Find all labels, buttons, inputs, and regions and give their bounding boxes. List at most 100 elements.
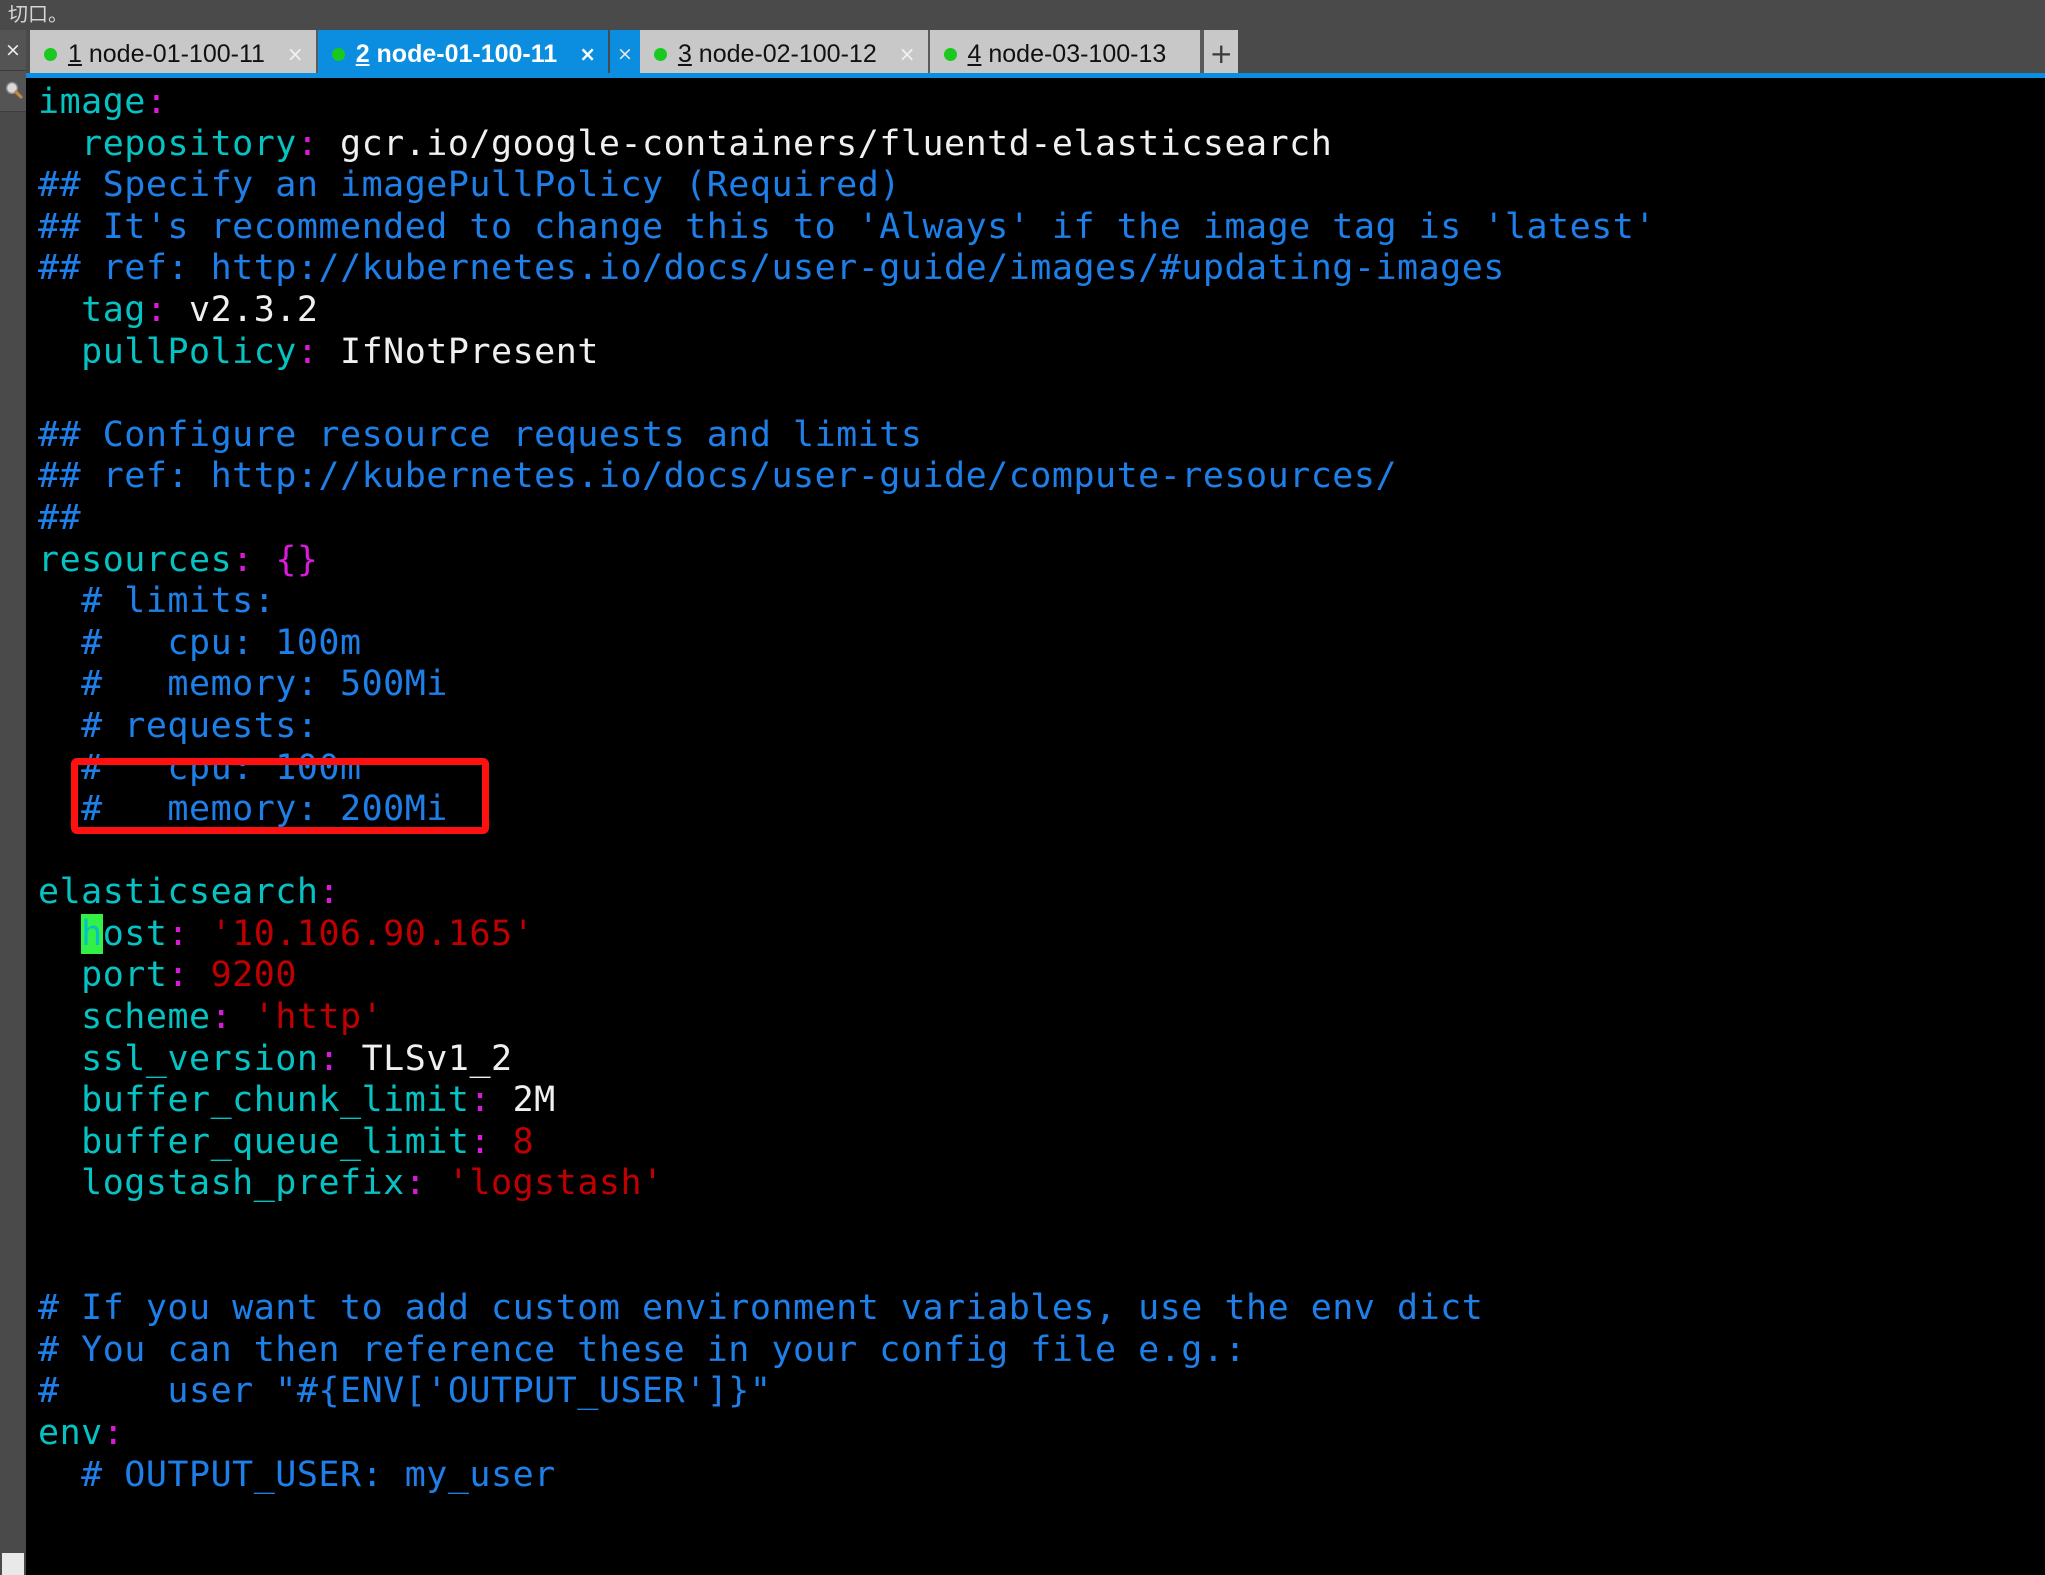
terminal-text-buffer: image: repository: gcr.io/google-contain…	[38, 82, 2038, 1575]
terminal-line: ##	[38, 498, 2038, 540]
terminal-token: :	[167, 955, 190, 996]
terminal-token: ost	[102, 913, 168, 954]
terminal-token: # You can then reference these in your c…	[38, 1329, 1247, 1370]
terminal-token: 'logstash'	[447, 1163, 664, 1204]
terminal-token: :	[102, 1413, 125, 1453]
terminal-token: :	[469, 1080, 492, 1121]
close-session-button[interactable]: ×	[0, 30, 26, 71]
terminal-token: # cpu: 100m	[38, 747, 362, 788]
terminal-token: gcr.io/google-containers/fluentd-elastic…	[318, 123, 1333, 164]
terminal-token: port	[81, 955, 168, 996]
connection-status-dot	[331, 47, 345, 61]
close-icon: ×	[5, 38, 21, 61]
terminal-token: elasticsearch	[38, 872, 319, 913]
terminal-token: image	[38, 82, 146, 122]
terminal-token: buffer_chunk_limit	[81, 1080, 470, 1121]
tab-number: 1	[68, 39, 82, 68]
terminal-token: resources	[38, 539, 233, 580]
terminal-token: 8	[512, 1121, 535, 1162]
terminal-application-window: 切口。 × 1 node-01-100-11 × 2 node-01-100-11 × ×…	[0, 0, 2045, 1575]
terminal-line: ## ref: http://kubernetes.io/docs/user-g…	[38, 456, 2038, 498]
terminal-token: # user "#{ENV['OUTPUT_USER']}"	[38, 1371, 772, 1412]
terminal-token: # memory: 500Mi	[38, 664, 448, 705]
terminal-line: port: 9200	[38, 955, 2038, 997]
terminal-token: TLSv1_2	[340, 1038, 513, 1079]
window-title: 切口。	[8, 2, 68, 26]
terminal-line: elasticsearch:	[38, 872, 2038, 914]
connection-status-dot	[653, 47, 667, 61]
terminal-line: tag: v2.3.2	[38, 290, 2038, 332]
terminal-token: :	[210, 997, 233, 1038]
search-button[interactable]	[0, 71, 26, 112]
terminal-line: image:	[38, 82, 2038, 124]
tab-close-icon[interactable]: ×	[287, 42, 304, 66]
left-tool-rail: ×	[0, 30, 26, 1575]
terminal-line: resources: {}	[38, 540, 2038, 582]
terminal-line: # limits:	[38, 581, 2038, 623]
terminal-line: buffer_queue_limit: 8	[38, 1122, 2038, 1164]
terminal-token: ##	[38, 497, 82, 538]
tab-number: 4	[967, 39, 982, 68]
connection-status-dot	[44, 47, 57, 61]
tab-1[interactable]: 1 node-01-100-11 ×	[30, 30, 318, 78]
terminal-token: pullPolicy	[81, 331, 297, 372]
terminal-token: buffer_queue_limit	[81, 1121, 470, 1162]
tab-bar: ×1 node-01-100-11×2 node-01-100-11××3 no…	[0, 30, 2045, 78]
terminal-token: ## Specify an imagePullPolicy (Required)	[38, 165, 901, 206]
terminal-token: # limits:	[38, 581, 276, 622]
search-icon	[4, 80, 23, 103]
tab-2[interactable]: 2 node-01-100-11 ×	[317, 30, 610, 78]
tab-label: 1 node-01-100-11	[68, 39, 265, 68]
tab-strip-accent-marker: ×	[609, 30, 640, 78]
rail-bottom-handle[interactable]	[2, 1553, 24, 1575]
terminal-line: ## It's recommended to change this to 'A…	[38, 207, 2038, 249]
terminal-line: logstash_prefix: 'logstash'	[38, 1163, 2038, 1205]
terminal-token: ## Configure resource requests and limit…	[38, 414, 923, 455]
tab-label: 4 node-03-100-13	[967, 39, 1167, 68]
tab-close-icon[interactable]: ×	[899, 42, 916, 66]
terminal-line: ## Specify an imagePullPolicy (Required)	[38, 165, 2038, 207]
terminal-token: :	[318, 1038, 341, 1079]
terminal-line: # You can then reference these in your c…	[38, 1330, 2038, 1372]
tab-4[interactable]: 4 node-03-100-13	[929, 30, 1203, 78]
tab-close-icon[interactable]: ×	[579, 42, 596, 66]
window-titlebar: 切口。	[0, 0, 2045, 30]
terminal-line: ssl_version: TLSv1_2	[38, 1039, 2038, 1081]
terminal-token: 'http'	[253, 997, 384, 1038]
terminal-output-pane[interactable]: image: repository: gcr.io/google-contain…	[26, 78, 2045, 1575]
terminal-line: # requests:	[38, 706, 2038, 748]
terminal-line: scheme: 'http'	[38, 997, 2038, 1039]
tab-3[interactable]: 3 node-02-100-12 ×	[639, 30, 930, 78]
terminal-line: # cpu: 100m	[38, 748, 2038, 790]
terminal-line: # If you want to add custom environment …	[38, 1288, 2038, 1330]
terminal-token: 2M	[491, 1080, 556, 1121]
terminal-token: 9200	[210, 955, 297, 996]
terminal-line: # OUTPUT_USER: my_user	[38, 1455, 2038, 1497]
terminal-token: :	[469, 1121, 492, 1162]
tab-strip: ×1 node-01-100-11×2 node-01-100-11××3 no…	[0, 30, 1239, 78]
terminal-token: repository	[81, 123, 297, 164]
new-tab-button[interactable]: +	[1202, 30, 1239, 78]
terminal-token: :	[232, 539, 254, 580]
terminal-token: IfNotPresent	[318, 331, 599, 372]
terminal-line: pullPolicy: IfNotPresent	[38, 332, 2038, 374]
terminal-line: # memory: 200Mi	[38, 789, 2038, 831]
terminal-token: # OUTPUT_USER: my_user	[38, 1454, 556, 1495]
terminal-token: scheme	[81, 997, 211, 1038]
